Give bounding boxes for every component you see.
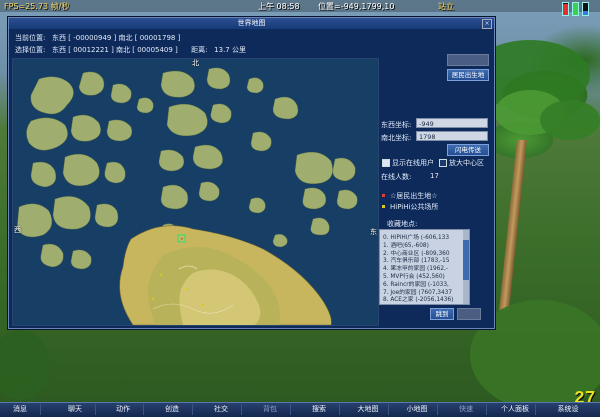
favorites-list[interactable]: 0. HiPiHi广场 (-606,133 1. 酒吧(65,-608) 2. …	[379, 229, 470, 305]
legend-residence: ☆居民出生地☆	[390, 192, 438, 200]
mana-meter	[582, 2, 589, 16]
energy-meter	[572, 2, 579, 16]
taskbar-personal-panel[interactable]: 个人面板	[495, 404, 536, 415]
east-west-input[interactable]: -949	[416, 118, 488, 128]
online-count: 17	[430, 172, 439, 180]
world-map[interactable]: 北 西 东	[12, 58, 379, 326]
scroll-thumb[interactable]	[463, 240, 469, 280]
hud-top-bar	[0, 0, 600, 12]
residence-legend-marker	[382, 194, 385, 197]
online-count-label: 在线人数:	[381, 173, 412, 181]
dialog-title: 世界地图	[9, 18, 494, 29]
taskbar-actions[interactable]: 动作	[103, 404, 144, 415]
compass-west: 西	[14, 226, 21, 234]
health-meter	[562, 2, 569, 16]
disabled-bottom-button[interactable]	[457, 308, 481, 320]
jump-button[interactable]: 跳到	[430, 308, 454, 320]
compass-east: 东	[370, 228, 377, 236]
taskbar-messages[interactable]: 消息	[0, 404, 41, 415]
east-west-label: 东西坐标:	[381, 121, 412, 129]
position-readout: 位置=-949,1799,10	[318, 2, 395, 11]
fps-readout: FPS=25.73 帧/秒	[4, 2, 70, 11]
taskbar-chat[interactable]: 聊天	[55, 404, 96, 415]
public-place-legend-marker	[382, 205, 385, 208]
bottom-taskbar: 消息 聊天 动作 创造 社交 背包 搜索 大地图 小地图 快速 个人面板 系统设	[0, 402, 600, 417]
disabled-top-button[interactable]	[447, 54, 489, 66]
taskbar-backpack[interactable]: 背包	[250, 404, 291, 415]
current-position: 当前位置: 东西 [ -00000949 ] 南北 [ 00001798 ]	[15, 34, 181, 42]
zoom-center-label: 放大中心区	[449, 159, 484, 167]
world-map-dialog: 世界地图 × 当前位置: 东西 [ -00000949 ] 南北 [ 00001…	[8, 17, 495, 329]
legend-public-place: HiPiHi公共场所	[390, 203, 439, 211]
taskbar-create[interactable]: 创造	[152, 404, 193, 415]
selected-position: 选择位置: 东西 [ 00012221 ] 南北 [ 00005409 ] 距离…	[15, 46, 246, 54]
compass-north: 北	[192, 59, 199, 67]
favorites-title: 收藏地点:	[387, 220, 418, 228]
taskbar-search[interactable]: 搜索	[299, 404, 340, 415]
taskbar-quick[interactable]: 快速	[446, 404, 487, 415]
palm-trunk	[499, 140, 527, 310]
residence-button[interactable]: 居民出生地	[447, 69, 489, 81]
favorites-scrollbar[interactable]	[463, 230, 469, 304]
map-graphic	[13, 59, 378, 325]
list-item[interactable]: 8. ACE之家 (-2056,1436)	[383, 294, 463, 303]
clock-readout: 上午 08:58	[258, 2, 300, 11]
show-online-label: 显示在线用户	[392, 159, 434, 167]
north-south-label: 南北坐标:	[381, 134, 412, 142]
north-south-input[interactable]: 1798	[416, 131, 488, 141]
show-online-checkbox[interactable]	[382, 159, 390, 167]
stance-readout: 站立	[438, 2, 454, 11]
taskbar-big-map[interactable]: 大地图	[348, 404, 389, 415]
zoom-center-checkbox[interactable]	[439, 159, 447, 167]
taskbar-social[interactable]: 社交	[201, 404, 242, 415]
taskbar-system-settings[interactable]: 系统设	[546, 404, 590, 415]
close-icon[interactable]: ×	[482, 19, 492, 29]
teleport-button[interactable]: 闪电传送	[447, 144, 489, 156]
taskbar-mini-map[interactable]: 小地图	[397, 404, 438, 415]
